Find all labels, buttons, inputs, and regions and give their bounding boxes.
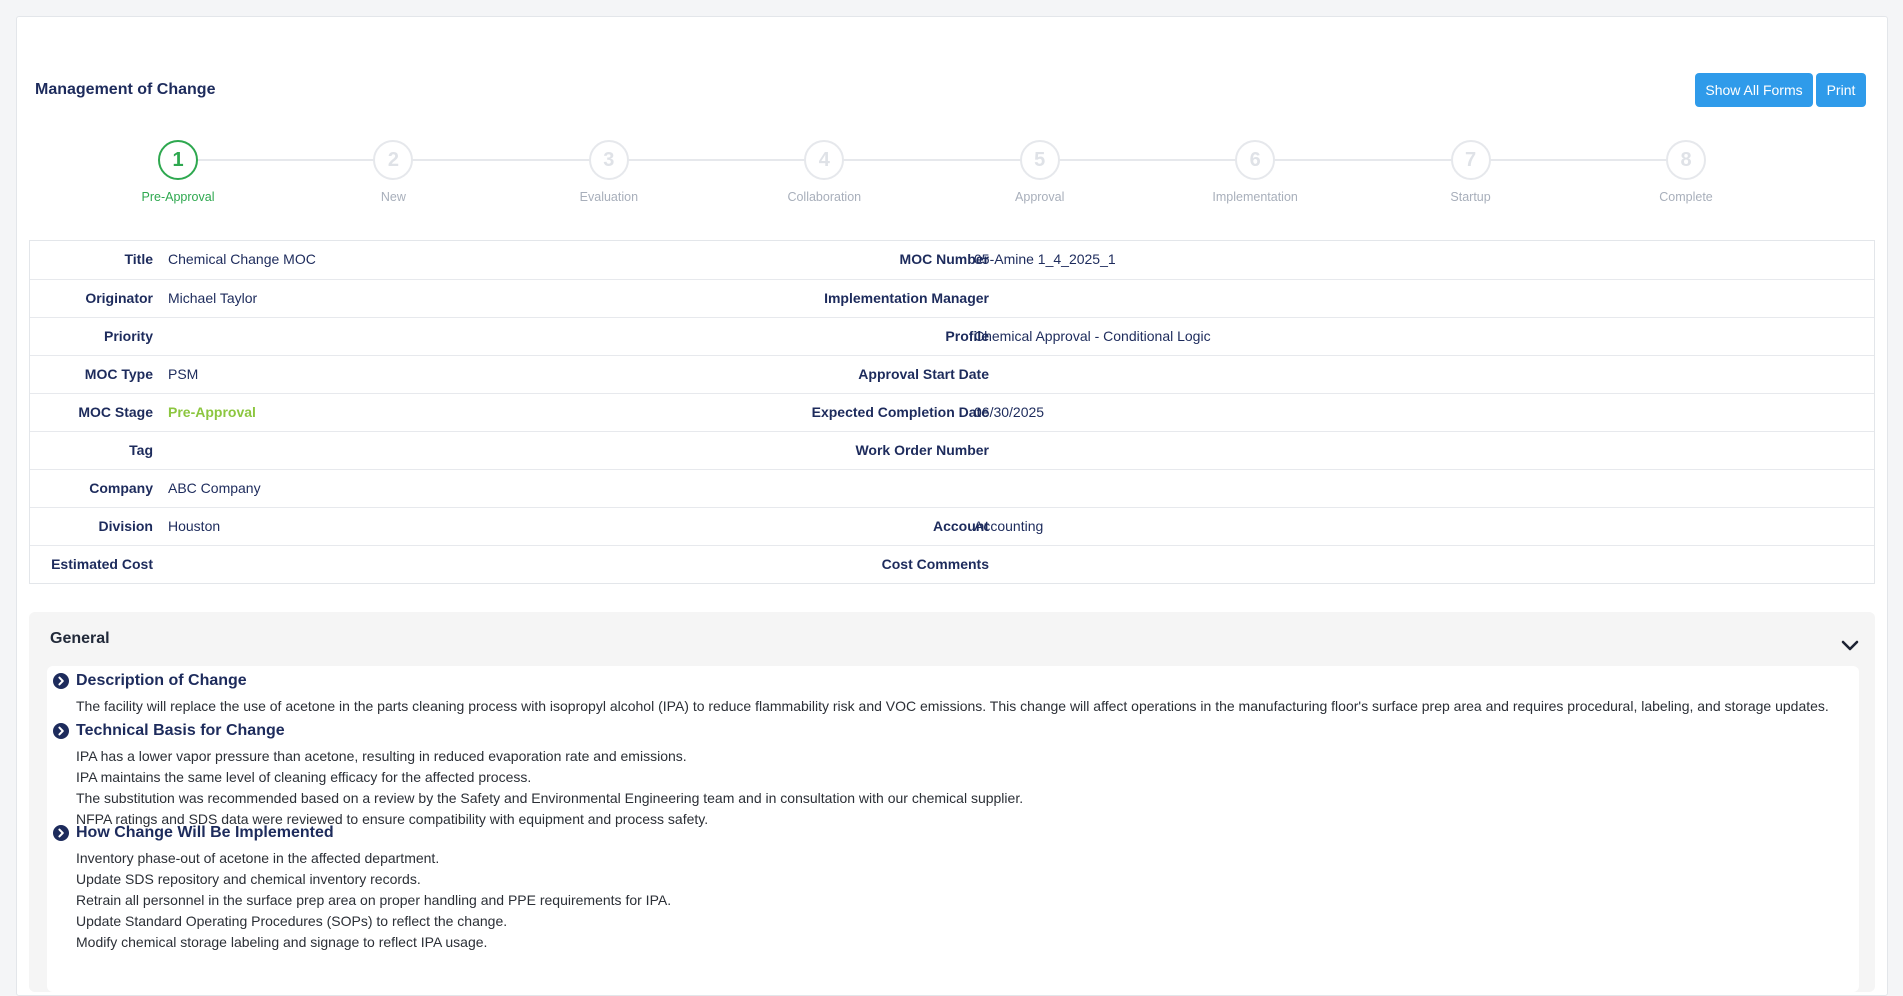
detail-row: Tag Work Order Number [30,431,1874,469]
detail-row: Division Houston Account Accounting [30,507,1874,545]
step-6[interactable]: 6 Implementation [1197,140,1313,204]
step-number-circle: 1 [158,140,198,180]
general-section: How Change Will Be Implemented Inventory … [53,822,1849,953]
page-header: Management of Change Show All Forms Prin… [35,73,1869,107]
detail-row: MOC Stage Pre-Approval Expected Completion… [30,393,1874,431]
step-2[interactable]: 2 New [335,140,451,204]
step-number-circle: 6 [1235,140,1276,180]
section-line: Update SDS repository and chemical inven… [76,871,421,887]
field-value: PSM [168,366,199,382]
general-panel-body: Description of Change The facility will r… [47,666,1859,992]
step-label: Collaboration [787,190,862,204]
section-text: Inventory phase-out of acetone in the af… [53,848,1849,953]
section-line: The substitution was recommended based o… [76,790,1024,806]
field-label: Company [89,480,153,496]
step-7[interactable]: 7 Startup [1413,140,1529,204]
section-header[interactable]: How Change Will Be Implemented [53,822,1849,844]
section-title: Description of Change [76,672,247,689]
field-label: MOC Stage [78,404,153,420]
field-label: Profile [945,328,989,344]
section-header[interactable]: Description of Change [53,670,1849,692]
field-label: Expected Completion Date [811,404,989,420]
field-label: MOC Type [84,366,153,382]
moc-details-table: Title Chemical Change MOC MOC Number 05-Ami… [29,240,1875,584]
step-5[interactable]: 5 Approval [982,140,1098,204]
field-label: Cost Comments [881,556,989,572]
section-line: Retrain all personnel in the surface pre… [76,892,672,908]
step-label: Startup [1450,190,1491,204]
field-label: Priority [103,328,153,344]
step-label: Evaluation [579,190,639,204]
field-value: Houston [168,518,221,534]
chevron-circle-right-icon [53,723,69,739]
detail-row: Title Chemical Change MOC MOC Number 05-Ami… [30,241,1874,279]
field-value: Chemical Approval - Conditional Logic [974,328,1211,344]
page-title: Management of Change [35,81,216,98]
step-number-circle: 8 [1666,140,1706,180]
section-title: How Change Will Be Implemented [76,824,334,841]
general-panel: General Description of Change The facilit… [29,612,1875,992]
field-label: Title [124,251,153,267]
field-value: ABC Company [168,480,261,496]
general-section: Description of Change The facility will r… [53,670,1849,717]
field-label: Account [933,518,989,534]
step-1[interactable]: 1 Pre-Approval [120,140,236,204]
section-title: Technical Basis for Change [76,722,285,739]
section-line: Modify chemical storage labeling and sig… [76,934,488,950]
field-label: Tag [129,442,153,458]
section-line: Inventory phase-out of acetone in the af… [76,850,440,866]
chevron-down-icon[interactable] [1839,634,1861,656]
step-label: New [380,190,406,204]
section-text: The facility will replace the use of ace… [53,696,1849,717]
field-label: Approval Start Date [858,366,989,382]
detail-row: Priority Profile Chemical Approval - Condi… [30,317,1874,355]
section-header[interactable]: Technical Basis for Change [53,720,1849,742]
field-value: 06/30/2025 [974,404,1045,420]
step-number-circle: 3 [588,140,629,180]
field-label: Implementation Manager [824,290,989,306]
detail-row: MOC Type PSM Approval Start Date [30,355,1874,393]
workflow-stepper: 1 Pre-Approval 2 New 3 Evaluation 4 Collaborati… [120,140,1744,212]
section-line: IPA has a lower vapor pressure than acet… [76,748,687,764]
step-number-circle: 2 [373,140,414,180]
detail-row: Company ABC Company [30,469,1874,507]
field-value: 05-Amine 1_4_2025_1 [974,251,1116,267]
print-button[interactable]: Print [1816,73,1866,107]
general-section: Technical Basis for Change IPA has a lowe… [53,720,1849,830]
step-number-circle: 5 [1019,140,1060,180]
general-panel-title: General [50,630,110,647]
field-label: Division [98,518,153,534]
chevron-circle-right-icon [53,825,69,841]
section-line: Update Standard Operating Procedures (SO… [76,913,508,929]
field-value: Accounting [974,518,1044,534]
detail-row: Estimated Cost Cost Comments [30,545,1874,583]
step-number-circle: 4 [804,140,845,180]
field-value: Michael Taylor [168,290,258,306]
field-value: Pre-Approval [168,404,256,420]
chevron-circle-right-icon [53,673,69,689]
section-line: IPA maintains the same level of cleaning… [76,769,532,785]
detail-row: Originator Michael Taylor Implementation M… [30,279,1874,317]
field-label: Originator [85,290,153,306]
step-3[interactable]: 3 Evaluation [551,140,667,204]
field-value: Chemical Change MOC [168,251,316,267]
step-label: Implementation [1212,190,1298,204]
step-label: Pre-Approval [141,190,215,204]
field-label: MOC Number [899,251,989,267]
step-label: Complete [1659,190,1713,204]
section-text: IPA has a lower vapor pressure than acet… [53,746,1849,830]
field-label: Work Order Number [855,442,989,458]
step-8[interactable]: 8 Complete [1628,140,1744,204]
step-label: Approval [1015,190,1065,204]
step-number-circle: 7 [1450,140,1491,180]
section-line: The facility will replace the use of ace… [76,698,1829,714]
step-4[interactable]: 4 Collaboration [766,140,882,204]
show-all-forms-button[interactable]: Show All Forms [1695,73,1813,107]
field-label: Estimated Cost [51,556,153,572]
